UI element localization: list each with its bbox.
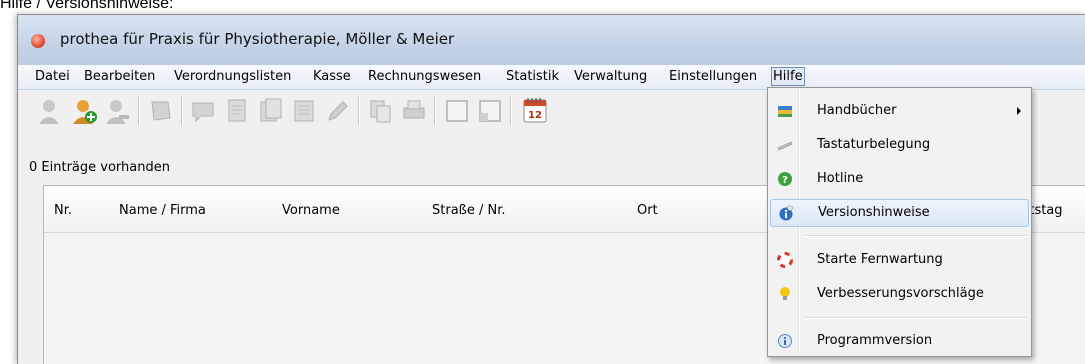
submenu-arrow-icon: [1017, 107, 1021, 115]
lifebuoy-icon: [777, 252, 793, 268]
menu-item-handbuecher[interactable]: Handbücher: [770, 98, 1029, 124]
menu-item-label: Versionshinweise: [818, 205, 930, 220]
menu-rechnungswesen[interactable]: Rechnungswesen: [368, 68, 481, 85]
column-header-vorname[interactable]: Vorname: [282, 203, 340, 218]
menu-datei[interactable]: Datei: [35, 68, 70, 85]
remove-user-icon[interactable]: [103, 96, 133, 126]
menu-item-tastaturbelegung[interactable]: Tastaturbelegung: [770, 132, 1029, 158]
keyboard-icon: [777, 137, 793, 153]
menu-hilfe[interactable]: Hilfe: [771, 67, 805, 86]
menu-verwaltung[interactable]: Verwaltung: [574, 68, 647, 85]
add-user-icon[interactable]: [70, 96, 100, 126]
menu-item-starte-fernwartung[interactable]: Starte Fernwartung: [770, 247, 1029, 273]
menu-item-label: Programmversion: [817, 333, 933, 348]
app-logo-icon: [31, 34, 45, 48]
toolbar-separator: [510, 96, 512, 126]
window-icon[interactable]: [442, 96, 472, 126]
note-icon[interactable]: [146, 96, 176, 126]
comment-icon[interactable]: [189, 96, 219, 126]
menu-kasse[interactable]: Kasse: [313, 68, 351, 85]
menu-verordnungslisten[interactable]: Verordnungslisten: [174, 68, 291, 85]
svg-text:?: ?: [782, 175, 788, 186]
menu-separator: [804, 235, 1027, 237]
list-icon[interactable]: [289, 96, 319, 126]
documents-icon[interactable]: [256, 96, 286, 126]
menu-item-programmversion[interactable]: Programmversion: [770, 328, 1029, 354]
toolbar-separator: [358, 96, 360, 126]
about-icon: [777, 333, 793, 349]
title-bar: prothea für Praxis für Physiotherapie, M…: [18, 15, 1085, 65]
print-icon[interactable]: [399, 96, 429, 126]
toolbar-separator: [138, 96, 140, 126]
window-restore-icon[interactable]: [475, 96, 505, 126]
menu-item-label: Verbesserungsvorschläge: [817, 286, 984, 301]
window-title: prothea für Praxis für Physiotherapie, M…: [60, 30, 455, 48]
page-caption: Hilfe / Versionshinweise:: [0, 0, 174, 12]
column-header-strasse[interactable]: Straße / Nr.: [432, 203, 506, 218]
menu-item-label: Tastaturbelegung: [817, 137, 931, 152]
menu-bearbeiten[interactable]: Bearbeiten: [84, 68, 155, 85]
help-menu-dropdown: Handbücher Tastaturbelegung ? Hotline Ve…: [767, 87, 1032, 357]
toolbar-separator: [181, 96, 183, 126]
menu-item-label: Handbücher: [817, 103, 897, 118]
menu-statistik[interactable]: Statistik: [506, 68, 559, 85]
user-icon[interactable]: [36, 96, 66, 126]
calendar-icon[interactable]: 12: [520, 96, 550, 126]
menu-einstellungen[interactable]: Einstellungen: [669, 68, 757, 85]
menu-item-label: Hotline: [817, 171, 864, 186]
document-icon[interactable]: [222, 96, 252, 126]
menu-separator: [804, 317, 1027, 319]
toolbar-separator: [434, 96, 436, 126]
menu-item-hotline[interactable]: ? Hotline: [770, 166, 1029, 192]
lightbulb-icon: [777, 286, 793, 302]
entries-count-label: 0 Einträge vorhanden: [29, 160, 170, 175]
column-header-name[interactable]: Name / Firma: [119, 203, 206, 218]
copy-icon[interactable]: [366, 96, 396, 126]
calendar-day-text: 12: [528, 110, 542, 121]
menu-item-label: Starte Fernwartung: [817, 252, 943, 267]
info-icon: [778, 205, 794, 221]
column-header-ort[interactable]: Ort: [637, 203, 658, 218]
edit-icon[interactable]: [323, 96, 353, 126]
menu-item-versionshinweise[interactable]: Versionshinweise: [770, 199, 1029, 227]
column-header-nr[interactable]: Nr.: [54, 203, 72, 218]
books-icon: [777, 103, 793, 119]
menu-item-verbesserungsvorschlaege[interactable]: Verbesserungsvorschläge: [770, 281, 1029, 307]
hotline-icon: ?: [777, 171, 793, 187]
